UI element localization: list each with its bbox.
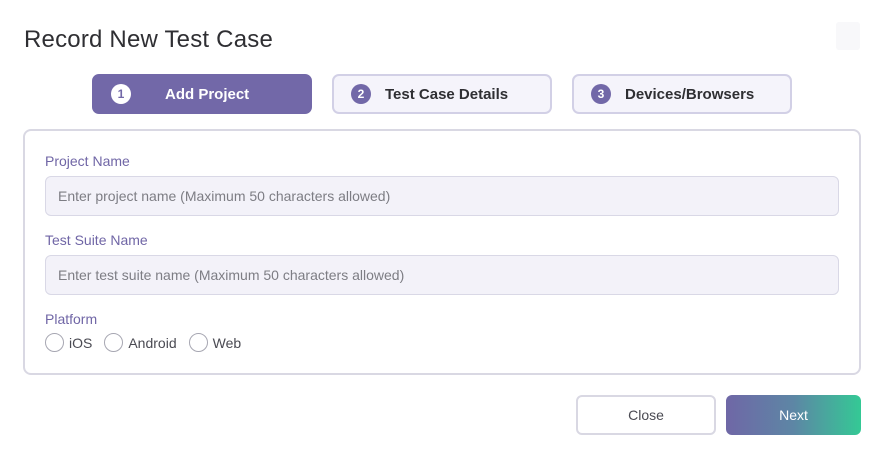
close-button[interactable]: Close (576, 395, 716, 435)
step-add-project[interactable]: 1 Add Project (92, 74, 312, 114)
radio-label: Web (212, 334, 242, 351)
dialog-corner-button[interactable] (836, 22, 860, 50)
project-form: Project Name Test Suite Name Platform iO… (23, 129, 861, 375)
next-button[interactable]: Next (726, 395, 861, 435)
project-name-input[interactable] (45, 176, 839, 216)
test-suite-name-label: Test Suite Name (45, 232, 148, 248)
platform-label: Platform (45, 311, 98, 327)
radio-button[interactable] (104, 333, 124, 352)
test-suite-name-input[interactable] (45, 255, 839, 295)
step-label: Add Project (165, 85, 250, 103)
step-number-badge: 1 (111, 84, 131, 104)
platform-option-web[interactable]: Web (188, 333, 242, 352)
radio-label: Android (128, 334, 177, 351)
platform-option-android[interactable]: Android (104, 333, 177, 352)
platform-option-ios[interactable]: iOS (45, 333, 92, 352)
step-test-case-details[interactable]: 2 Test Case Details (332, 74, 552, 114)
radio-button[interactable] (188, 333, 208, 352)
step-label: Test Case Details (385, 85, 509, 103)
dialog-title: Record New Test Case (24, 26, 273, 53)
step-devices-browsers[interactable]: 3 Devices/Browsers (572, 74, 792, 114)
record-test-case-dialog: Record New Test Case 1 Add Project 2 Tes… (0, 0, 880, 456)
radio-button[interactable] (45, 333, 64, 352)
step-number-badge: 3 (591, 84, 611, 104)
step-number-badge: 2 (351, 84, 371, 104)
platform-radio-group: iOS Android Web (45, 333, 253, 352)
step-label: Devices/Browsers (625, 85, 755, 103)
project-name-label: Project Name (45, 153, 130, 169)
stepper: 1 Add Project 2 Test Case Details 3 Devi… (0, 74, 880, 114)
radio-label: iOS (69, 334, 93, 351)
